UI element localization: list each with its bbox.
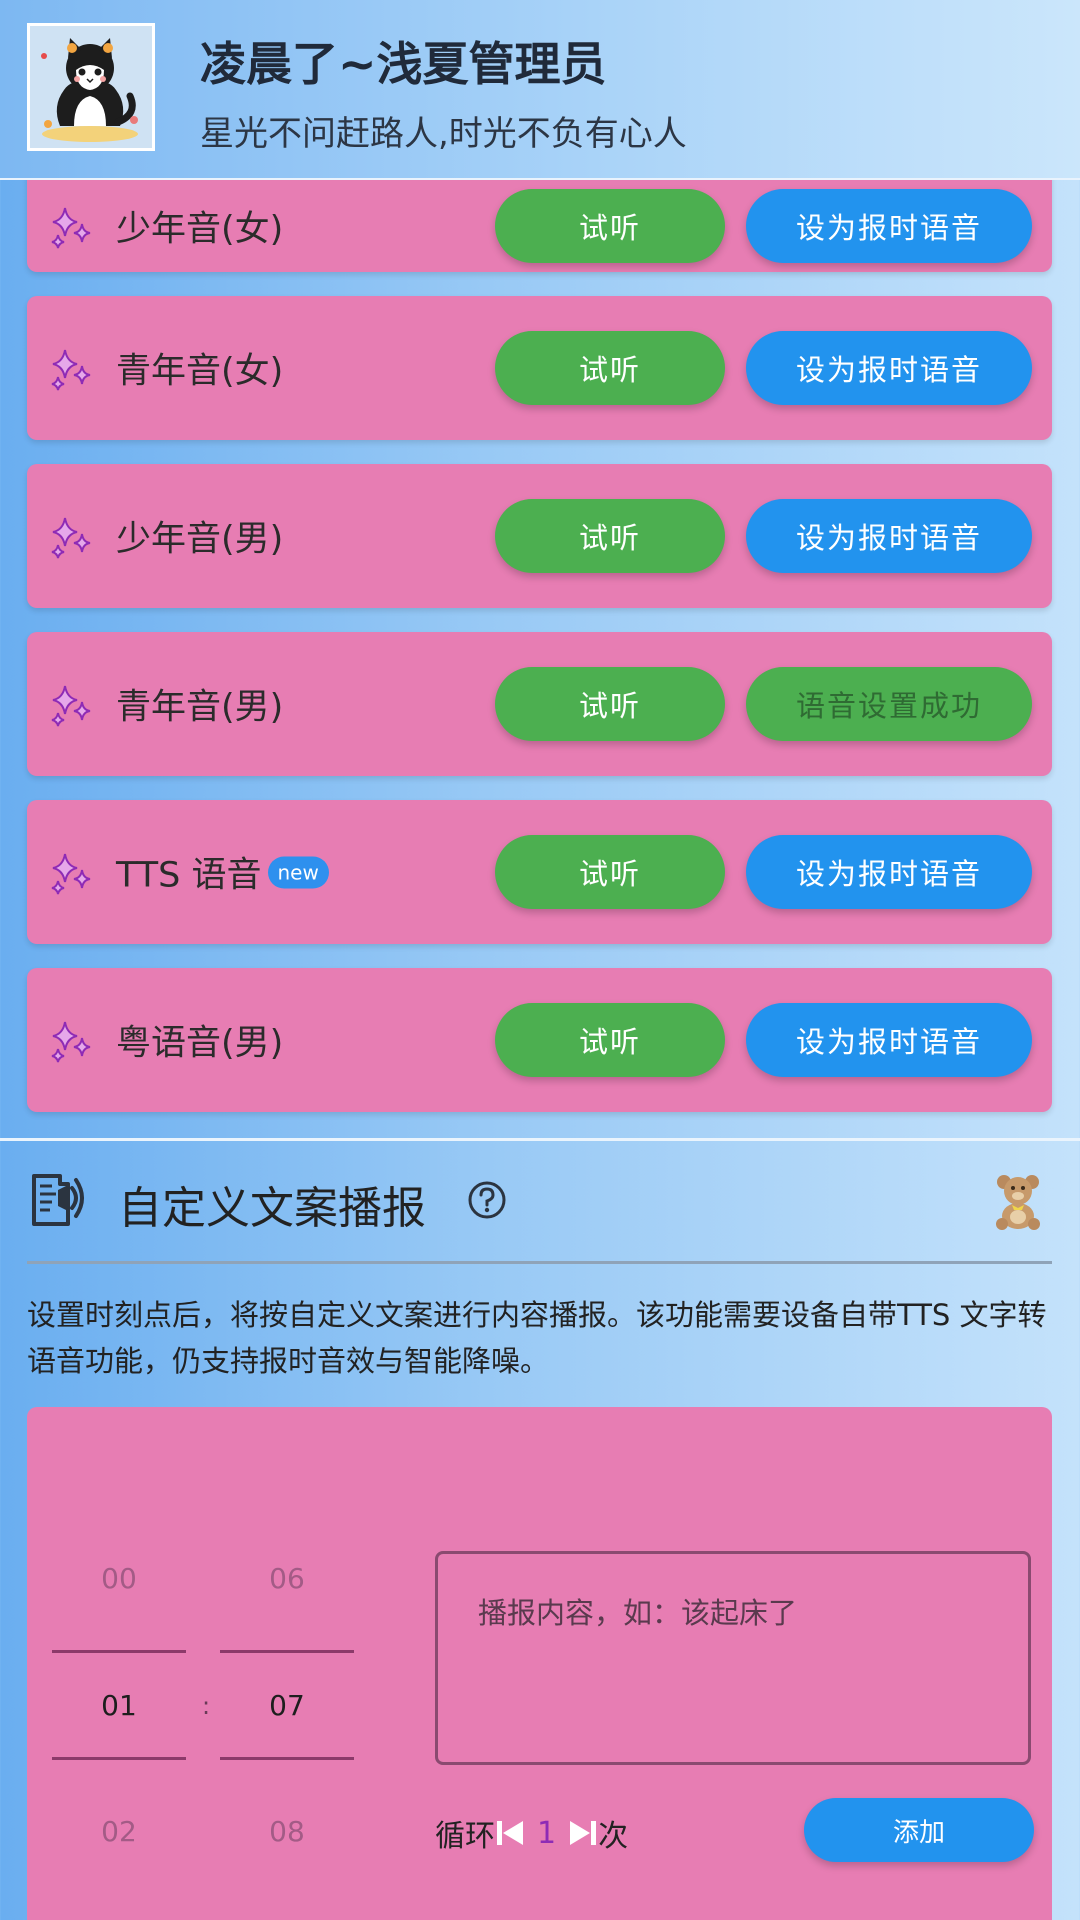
minute-option[interactable]: 06: [220, 1562, 354, 1595]
sparkle-icon: [51, 1021, 91, 1063]
custom-broadcast-card: 00 01 02 : 06 07 08 播报内容，如：该起床了 循环 1 次 添…: [27, 1407, 1052, 1920]
hour-selected[interactable]: 01: [52, 1689, 186, 1722]
listen-button[interactable]: 试听: [495, 331, 725, 405]
voice-name: 少年音(女): [116, 209, 284, 250]
listen-button[interactable]: 试听: [495, 667, 725, 741]
voice-card: TTS 语音 new 试听 设为报时语音: [27, 800, 1052, 944]
picker-line: [220, 1650, 354, 1653]
section-divider: [0, 1138, 1080, 1141]
app-header: 凌晨了~浅夏管理员 星光不问赶路人,时光不负有心人: [0, 0, 1080, 180]
voice-card: 青年音(男) 试听 语音设置成功: [27, 632, 1052, 776]
minute-option[interactable]: 08: [220, 1815, 354, 1848]
voice-name: 少年音(男): [116, 519, 284, 560]
set-voice-button[interactable]: 设为报时语音: [746, 1003, 1032, 1077]
picker-line: [52, 1757, 186, 1760]
content-placeholder: 播报内容，如：该起床了: [478, 1596, 798, 1630]
voice-name: 粤语音(男): [116, 1023, 284, 1064]
hour-option[interactable]: 00: [52, 1562, 186, 1595]
voice-card: 粤语音(男) 试听 设为报时语音: [27, 968, 1052, 1112]
picker-line: [220, 1757, 354, 1760]
section-rule: [27, 1261, 1052, 1264]
time-separator: :: [202, 1692, 211, 1720]
page-subtitle: 星光不问赶路人,时光不负有心人: [200, 114, 687, 154]
hour-option[interactable]: 02: [52, 1815, 186, 1848]
add-button[interactable]: 添加: [804, 1798, 1034, 1862]
set-voice-button[interactable]: 设为报时语音: [746, 499, 1032, 573]
listen-button[interactable]: 试听: [495, 1003, 725, 1077]
set-voice-button[interactable]: 设为报时语音: [746, 835, 1032, 909]
voice-set-success-button[interactable]: 语音设置成功: [746, 667, 1032, 741]
loop-control: 循环 1 次: [435, 1811, 628, 1855]
help-icon[interactable]: [467, 1180, 507, 1220]
new-badge: new: [267, 856, 329, 888]
loop-count: 1: [537, 1815, 557, 1851]
skip-previous-icon[interactable]: [495, 1818, 525, 1848]
page-title: 凌晨了~浅夏管理员: [200, 37, 607, 91]
voice-name: TTS 语音 new: [116, 847, 329, 898]
cat-avatar-image: [30, 26, 152, 148]
set-voice-button[interactable]: 设为报时语音: [746, 331, 1032, 405]
voice-card: 少年音(男) 试听 设为报时语音: [27, 464, 1052, 608]
section-title: 自定义文案播报: [118, 1183, 426, 1234]
teddy-bear-icon[interactable]: [992, 1172, 1044, 1230]
avatar[interactable]: [27, 23, 155, 151]
set-voice-button[interactable]: 设为报时语音: [746, 188, 1032, 263]
voice-card: 青年音(女) 试听 设为报时语音: [27, 296, 1052, 440]
voice-name: 青年音(女): [116, 351, 284, 392]
sparkle-icon: [51, 685, 91, 727]
sparkle-icon: [51, 349, 91, 391]
loop-label: 循环: [435, 1819, 495, 1854]
voice-name: 青年音(男): [116, 687, 284, 728]
section-description: 设置时刻点后，将按自定义文案进行内容播报。该功能需要设备自带TTS 文字转语音功…: [27, 1298, 1047, 1378]
listen-button[interactable]: 试听: [495, 188, 725, 263]
listen-button[interactable]: 试听: [495, 499, 725, 573]
minute-selected[interactable]: 07: [220, 1689, 354, 1722]
skip-next-icon[interactable]: [568, 1818, 598, 1848]
sparkle-icon: [51, 207, 91, 249]
speaker-doc-icon: [32, 1174, 84, 1226]
loop-suffix: 次: [598, 1819, 629, 1854]
broadcast-content-input[interactable]: 播报内容，如：该起床了: [435, 1551, 1031, 1765]
sparkle-icon: [51, 853, 91, 895]
listen-button[interactable]: 试听: [495, 835, 725, 909]
picker-line: [52, 1650, 186, 1653]
sparkle-icon: [51, 517, 91, 559]
